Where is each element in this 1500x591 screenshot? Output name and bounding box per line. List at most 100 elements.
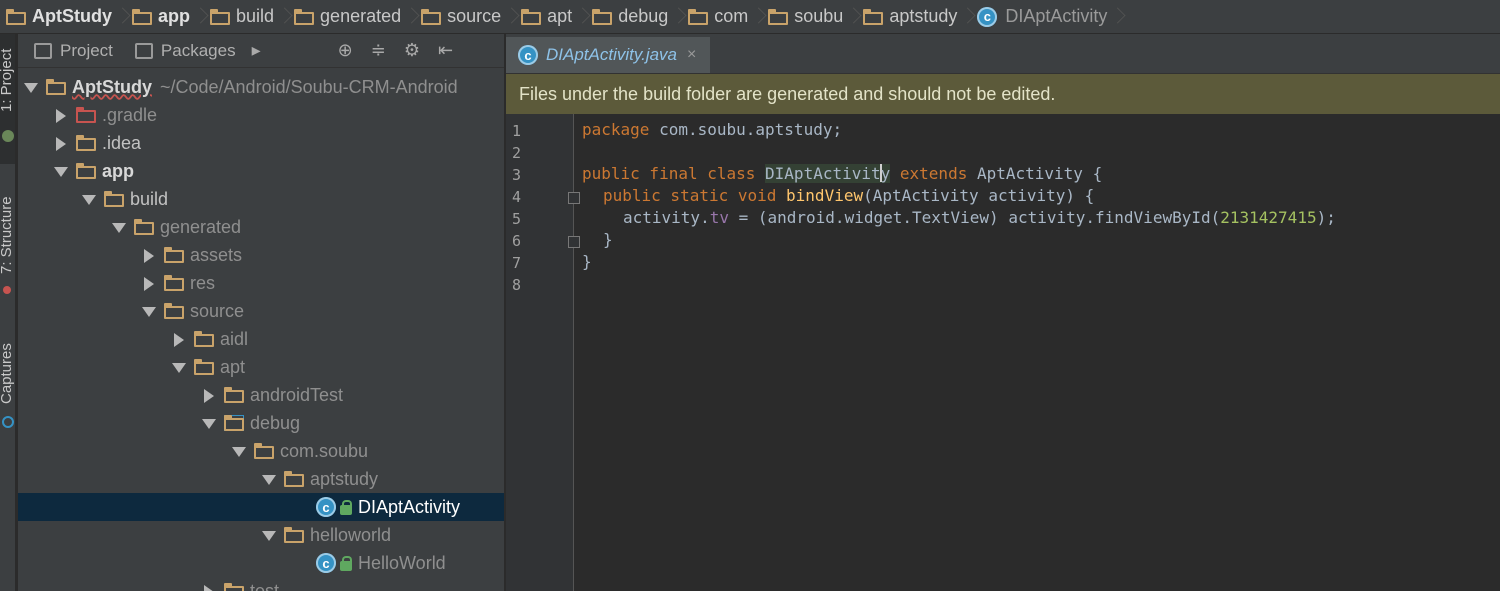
tree-item-androidtest[interactable]: androidTest bbox=[18, 381, 504, 409]
gear-icon[interactable]: ⚙ bbox=[404, 40, 420, 61]
line-number: 1 bbox=[512, 122, 522, 140]
folder-icon bbox=[164, 247, 184, 263]
breadcrumb-aptstudy-package[interactable]: aptstudy bbox=[857, 0, 961, 33]
module-folder-icon bbox=[76, 163, 96, 179]
close-icon[interactable]: × bbox=[687, 46, 696, 64]
project-view-icon bbox=[34, 42, 52, 59]
breadcrumb-com[interactable]: com bbox=[682, 0, 752, 33]
tree-item-res[interactable]: res bbox=[18, 269, 504, 297]
tree-item-generated[interactable]: generated bbox=[18, 213, 504, 241]
breadcrumb-generated[interactable]: generated bbox=[288, 0, 405, 33]
tree-item-assets[interactable]: assets bbox=[18, 241, 504, 269]
tab-project[interactable]: Project bbox=[34, 41, 113, 61]
breadcrumb-separator bbox=[194, 0, 204, 33]
banner-text: Files under the build folder are generat… bbox=[519, 83, 1056, 104]
tree-item-apt[interactable]: apt bbox=[18, 353, 504, 381]
code-token: public static void bbox=[603, 186, 787, 205]
collapse-arrow-icon[interactable] bbox=[54, 109, 66, 123]
breadcrumb-app[interactable]: app bbox=[126, 0, 194, 33]
class-icon: c bbox=[977, 6, 998, 27]
tree-item-debug[interactable]: debug bbox=[18, 409, 504, 437]
breadcrumb-separator bbox=[672, 0, 682, 33]
expand-arrow-icon[interactable] bbox=[54, 165, 68, 177]
expand-arrow-icon[interactable] bbox=[112, 221, 126, 233]
tree-item-app[interactable]: app bbox=[18, 157, 504, 185]
tree-item-helloworld-class[interactable]: c HelloWorld bbox=[18, 549, 504, 577]
tree-item-com-soubu[interactable]: com.soubu bbox=[18, 437, 504, 465]
tree-item-gradle[interactable]: .gradle bbox=[18, 101, 504, 129]
hide-panel-icon[interactable]: ⇤ bbox=[438, 40, 453, 61]
line-number-gutter[interactable]: 1 2 3 4 5 6 7 8 bbox=[506, 114, 580, 591]
tree-item-test[interactable]: test bbox=[18, 577, 504, 591]
structure-tool-tab[interactable]: 7: Structure bbox=[0, 174, 15, 284]
tree-item-aptstudy[interactable]: AptStudy ~/Code/Android/Soubu-CRM-Androi… bbox=[18, 73, 504, 101]
expand-arrow-icon[interactable] bbox=[82, 193, 96, 205]
expand-arrow-icon[interactable] bbox=[202, 417, 216, 429]
expand-arrow-icon[interactable] bbox=[142, 305, 156, 317]
folder-icon bbox=[224, 583, 244, 591]
tree-item-helloworld[interactable]: helloworld bbox=[18, 521, 504, 549]
package-folder-icon bbox=[768, 8, 789, 25]
expand-arrow-icon[interactable] bbox=[24, 81, 38, 93]
tree-item-aptstudy-package[interactable]: aptstudy bbox=[18, 465, 504, 493]
source-folder-icon bbox=[224, 415, 244, 431]
expand-arrow-icon[interactable] bbox=[232, 445, 246, 457]
generated-file-warning-banner: Files under the build folder are generat… bbox=[506, 74, 1500, 114]
lock-icon bbox=[340, 500, 352, 515]
tree-item-label: com.soubu bbox=[280, 440, 369, 461]
collapse-arrow-icon[interactable] bbox=[142, 277, 154, 291]
collapse-arrow-icon[interactable] bbox=[172, 333, 184, 347]
collapse-arrow-icon[interactable] bbox=[54, 137, 66, 151]
line-number: 6 bbox=[512, 232, 522, 250]
editor-tab-diaptactivity[interactable]: c DIAptActivity.java × bbox=[506, 37, 711, 73]
code-token: (AptActivity activity) { bbox=[863, 186, 1095, 205]
project-path: ~/Code/Android/Soubu-CRM-Android bbox=[160, 76, 458, 97]
breadcrumb-aptstudy[interactable]: AptStudy bbox=[0, 0, 116, 33]
module-folder-icon bbox=[46, 79, 66, 95]
breadcrumb-apt[interactable]: apt bbox=[515, 0, 576, 33]
breadcrumb-label: build bbox=[236, 6, 275, 26]
tree-item-build[interactable]: build bbox=[18, 185, 504, 213]
breadcrumb-separator bbox=[116, 0, 126, 33]
line-number: 2 bbox=[512, 144, 522, 162]
expand-arrow-icon[interactable] bbox=[262, 473, 276, 485]
breadcrumb-source[interactable]: source bbox=[415, 0, 505, 33]
fold-marker-icon[interactable] bbox=[568, 236, 580, 248]
breadcrumb-diaptactivity[interactable]: c DIAptActivity bbox=[971, 0, 1111, 33]
class-icon: c bbox=[316, 497, 336, 517]
project-tool-tab[interactable]: 1: Project bbox=[0, 34, 15, 164]
collapse-all-icon[interactable]: ≑ bbox=[371, 40, 386, 61]
locate-icon[interactable]: ⊕ bbox=[338, 40, 353, 61]
line-number: 7 bbox=[512, 254, 522, 272]
fold-marker-icon[interactable] bbox=[568, 192, 580, 204]
tree-item-diaptactivity[interactable]: c DIAptActivity bbox=[18, 493, 504, 521]
folder-icon bbox=[421, 8, 442, 25]
collapse-arrow-icon[interactable] bbox=[202, 585, 214, 591]
more-tabs-icon[interactable]: ▸ bbox=[252, 40, 261, 61]
tree-item-aidl[interactable]: aidl bbox=[18, 325, 504, 353]
tab-packages[interactable]: Packages bbox=[134, 41, 236, 61]
breadcrumb-build[interactable]: build bbox=[204, 0, 278, 33]
breadcrumb-debug[interactable]: debug bbox=[586, 0, 672, 33]
captures-tool-tab[interactable]: Captures bbox=[0, 324, 15, 424]
collapse-arrow-icon[interactable] bbox=[202, 389, 214, 403]
breadcrumb-separator bbox=[405, 0, 415, 33]
expand-arrow-icon[interactable] bbox=[262, 529, 276, 541]
folder-icon bbox=[210, 8, 231, 25]
folder-icon bbox=[294, 8, 315, 25]
code-token: 2131427415 bbox=[1220, 208, 1317, 227]
code-area[interactable]: 1 2 3 4 5 6 7 8 package com.soubu.aptstu… bbox=[506, 114, 1500, 591]
breadcrumb-soubu[interactable]: soubu bbox=[762, 0, 847, 33]
tree-item-idea[interactable]: .idea bbox=[18, 129, 504, 157]
code-line-3: public final class DIAptActivity extends… bbox=[582, 164, 1102, 183]
expand-arrow-icon[interactable] bbox=[172, 361, 186, 373]
code-token: } bbox=[582, 252, 592, 271]
project-toolbar: Project Packages ▸ ⊕ ≑ ⚙ ⇤ bbox=[18, 34, 504, 68]
code-token: } bbox=[603, 230, 613, 249]
collapse-arrow-icon[interactable] bbox=[142, 249, 154, 263]
tree-item-source[interactable]: source bbox=[18, 297, 504, 325]
folder-icon bbox=[6, 8, 26, 25]
highlighted-class-name: DIAptActivity bbox=[765, 164, 891, 183]
breadcrumb-separator bbox=[1111, 0, 1121, 33]
code-token: = (android.widget.TextView) activity.fin… bbox=[728, 208, 1221, 227]
